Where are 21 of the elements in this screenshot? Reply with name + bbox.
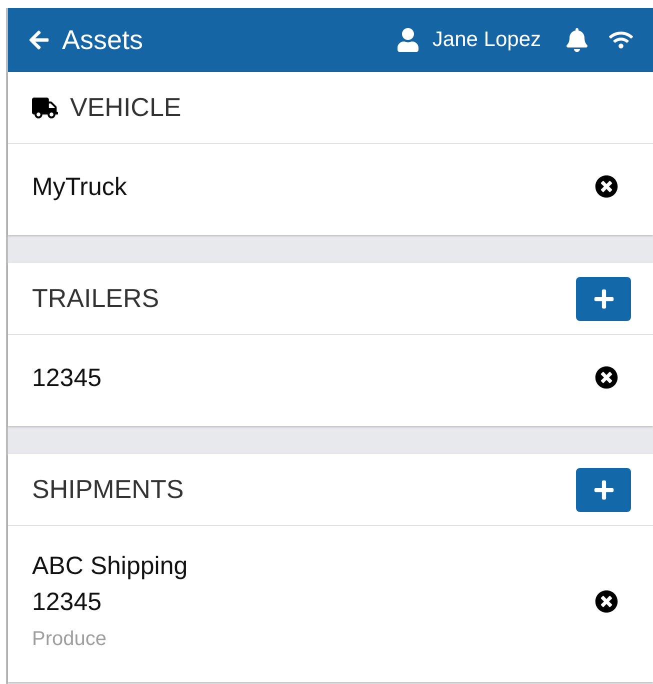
remove-icon[interactable]	[595, 175, 618, 198]
truck-icon	[32, 94, 58, 120]
add-button[interactable]	[576, 276, 631, 320]
remove-icon[interactable]	[595, 590, 618, 612]
asset-name: 12345	[32, 587, 103, 618]
remove-icon[interactable]	[595, 366, 618, 389]
page-title: Assets	[62, 24, 144, 57]
user-name: Jane Lopez	[432, 27, 541, 54]
back-icon[interactable]	[28, 29, 50, 51]
add-button[interactable]	[576, 468, 631, 512]
asset-name: ABC Shipping	[32, 551, 189, 582]
section-heading: SHIPMENTS	[32, 473, 184, 506]
section-heading: TRAILERS	[32, 282, 160, 315]
plus-icon	[592, 478, 614, 500]
user-icon	[396, 28, 420, 52]
asset-name: MyTruck	[32, 172, 128, 202]
asset-description: Produce	[32, 627, 108, 652]
notification-bell-icon[interactable]	[565, 28, 589, 52]
plus-icon	[592, 288, 614, 310]
section-heading: VEHICLE	[70, 91, 182, 124]
asset-name: 12345	[32, 362, 103, 394]
